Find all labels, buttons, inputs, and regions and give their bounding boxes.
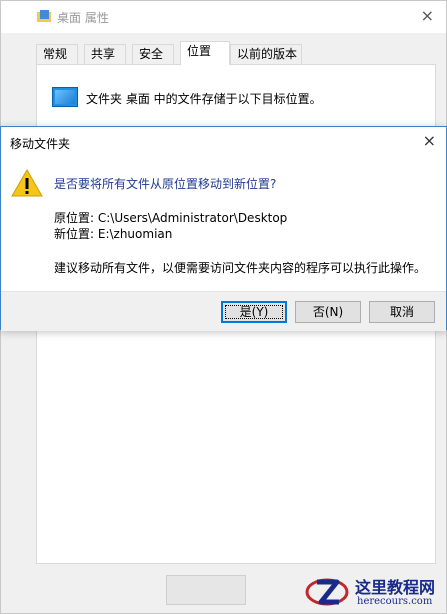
original-location: 原位置: C:\Users\Administrator\Desktop <box>54 211 288 225</box>
watermark-logo-icon <box>305 578 349 606</box>
folder-icon <box>37 10 51 22</box>
tab-location[interactable]: 位置 <box>180 41 230 65</box>
tab-security[interactable]: 安全 <box>132 44 174 64</box>
close-icon[interactable]: × <box>423 131 436 150</box>
watermark-url: herecours.com <box>357 596 433 607</box>
dialog-titlebar: 移动文件夹 × <box>1 127 446 157</box>
dialog-advice: 建议移动所有文件，以便需要访问文件夹内容的程序可以执行此操作。 <box>54 261 427 275</box>
cancel-button[interactable]: 取消 <box>369 301 435 323</box>
properties-titlebar: 桌面 属性 × <box>1 1 446 33</box>
watermark: 这里教程网 herecours.com <box>305 572 445 612</box>
yes-button[interactable]: 是(Y) <box>221 301 287 323</box>
new-location: 新位置: E:\zhuomian <box>54 227 173 241</box>
dialog-footer: 是(Y) 否(N) 取消 <box>1 291 446 331</box>
desktop-icon <box>52 87 78 107</box>
close-icon[interactable]: × <box>421 6 434 25</box>
tab-previous-versions[interactable]: 以前的版本 <box>230 44 302 64</box>
location-description: 文件夹 桌面 中的文件存储于以下目标位置。 <box>86 92 322 106</box>
tab-sharing[interactable]: 共享 <box>84 44 126 64</box>
no-button[interactable]: 否(N) <box>295 301 361 323</box>
warning-icon <box>11 168 43 197</box>
dialog-question: 是否要将所有文件从原位置移动到新位置? <box>54 177 277 191</box>
move-folder-dialog: 移动文件夹 × 是否要将所有文件从原位置移动到新位置? 原位置: C:\User… <box>0 126 447 331</box>
tab-general[interactable]: 常规 <box>36 44 78 64</box>
dialog-title: 移动文件夹 <box>10 137 71 151</box>
properties-title: 桌面 属性 <box>57 11 109 25</box>
watermark-name: 这里教程网 <box>355 578 436 597</box>
properties-footer-button[interactable] <box>166 575 246 605</box>
focus-rectangle <box>225 305 283 319</box>
